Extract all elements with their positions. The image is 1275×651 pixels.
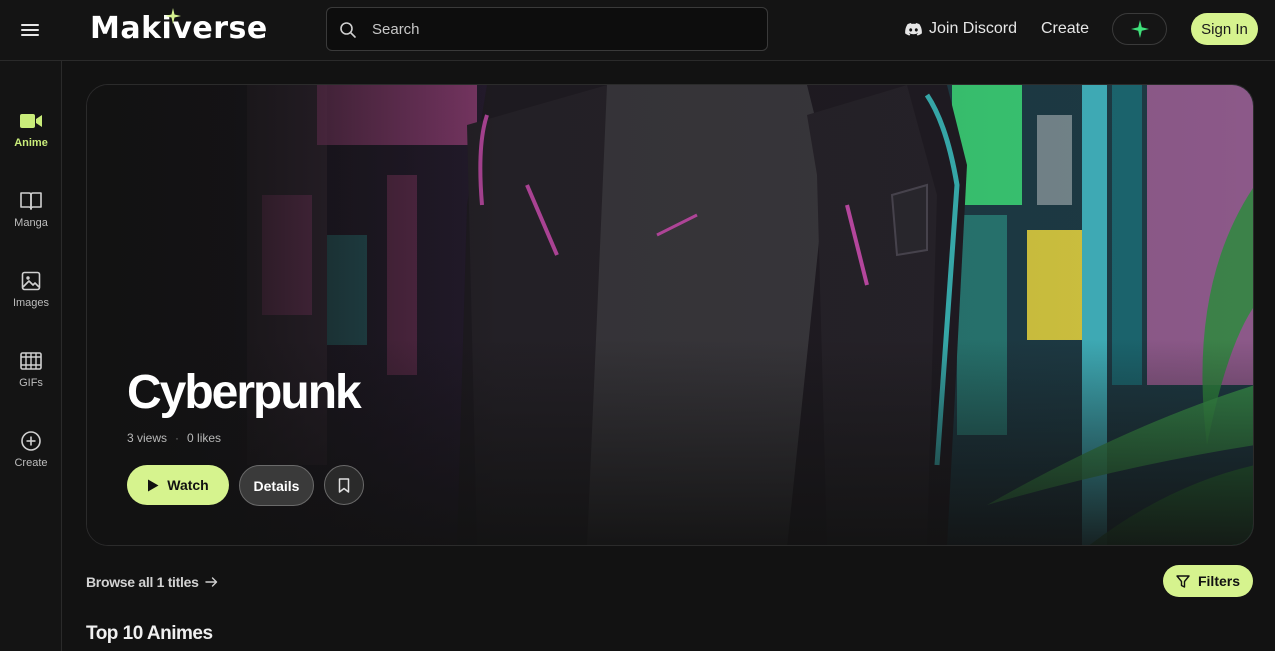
open-book-icon bbox=[20, 192, 42, 210]
browse-all-link[interactable]: Browse all 1 titles bbox=[86, 574, 218, 590]
sparkle-icon bbox=[165, 8, 181, 24]
image-icon bbox=[21, 271, 41, 291]
meta-separator: · bbox=[175, 431, 180, 445]
filter-icon bbox=[1176, 574, 1190, 588]
hero-stats: 3 views · 0 likes bbox=[127, 431, 221, 445]
sidebar-item-images[interactable]: Images bbox=[0, 269, 62, 329]
browse-label: Browse all 1 titles bbox=[86, 574, 199, 590]
sidebar-item-label: Anime bbox=[14, 137, 48, 149]
create-link[interactable]: Create bbox=[1041, 20, 1089, 38]
discord-label: Join Discord bbox=[929, 20, 1018, 37]
sidebar-item-label: GIFs bbox=[19, 377, 43, 389]
details-button[interactable]: Details bbox=[239, 465, 314, 506]
likes-count: 0 likes bbox=[187, 431, 222, 445]
sidebar-item-anime[interactable]: Anime bbox=[0, 109, 62, 169]
discord-icon bbox=[905, 22, 922, 36]
menu-icon[interactable] bbox=[18, 18, 42, 42]
sidebar-item-create[interactable]: Create bbox=[0, 429, 62, 489]
watch-button[interactable]: Watch bbox=[127, 465, 229, 505]
sparkle-icon bbox=[1130, 20, 1149, 38]
hero-title: Cyberpunk bbox=[127, 366, 362, 419]
top-navigation-bar: Makiverse Join Discord Create Sign In bbox=[0, 0, 1275, 61]
play-icon bbox=[148, 479, 159, 491]
ai-sparkle-button[interactable] bbox=[1112, 13, 1167, 45]
filters-button[interactable]: Filters bbox=[1163, 565, 1253, 597]
sidebar-item-label: Create bbox=[14, 457, 48, 469]
sidebar: Anime Manga Images GIFs Create bbox=[0, 61, 62, 651]
sidebar-item-label: Manga bbox=[14, 217, 48, 229]
section-title: Top 10 Animes bbox=[86, 623, 213, 644]
views-count: 3 views bbox=[127, 431, 168, 445]
sidebar-item-manga[interactable]: Manga bbox=[0, 189, 62, 249]
sign-in-button[interactable]: Sign In bbox=[1191, 13, 1258, 45]
bookmark-button[interactable] bbox=[324, 465, 364, 505]
watch-label: Watch bbox=[167, 477, 209, 493]
hero-banner: Cyberpunk 3 views · 0 likes Watch Detail… bbox=[86, 84, 1254, 546]
sidebar-item-label: Images bbox=[12, 297, 50, 309]
filters-label: Filters bbox=[1197, 573, 1240, 589]
arrow-right-icon bbox=[204, 577, 217, 587]
film-icon bbox=[20, 352, 42, 370]
video-camera-icon bbox=[20, 114, 42, 128]
sidebar-item-gifs[interactable]: GIFs bbox=[0, 349, 62, 409]
bookmark-icon bbox=[338, 477, 350, 493]
search-icon bbox=[340, 22, 356, 38]
search-input[interactable] bbox=[372, 8, 752, 50]
join-discord-link[interactable]: Join Discord bbox=[905, 20, 1017, 38]
search-bar[interactable] bbox=[326, 7, 768, 51]
plus-circle-icon bbox=[21, 431, 41, 451]
